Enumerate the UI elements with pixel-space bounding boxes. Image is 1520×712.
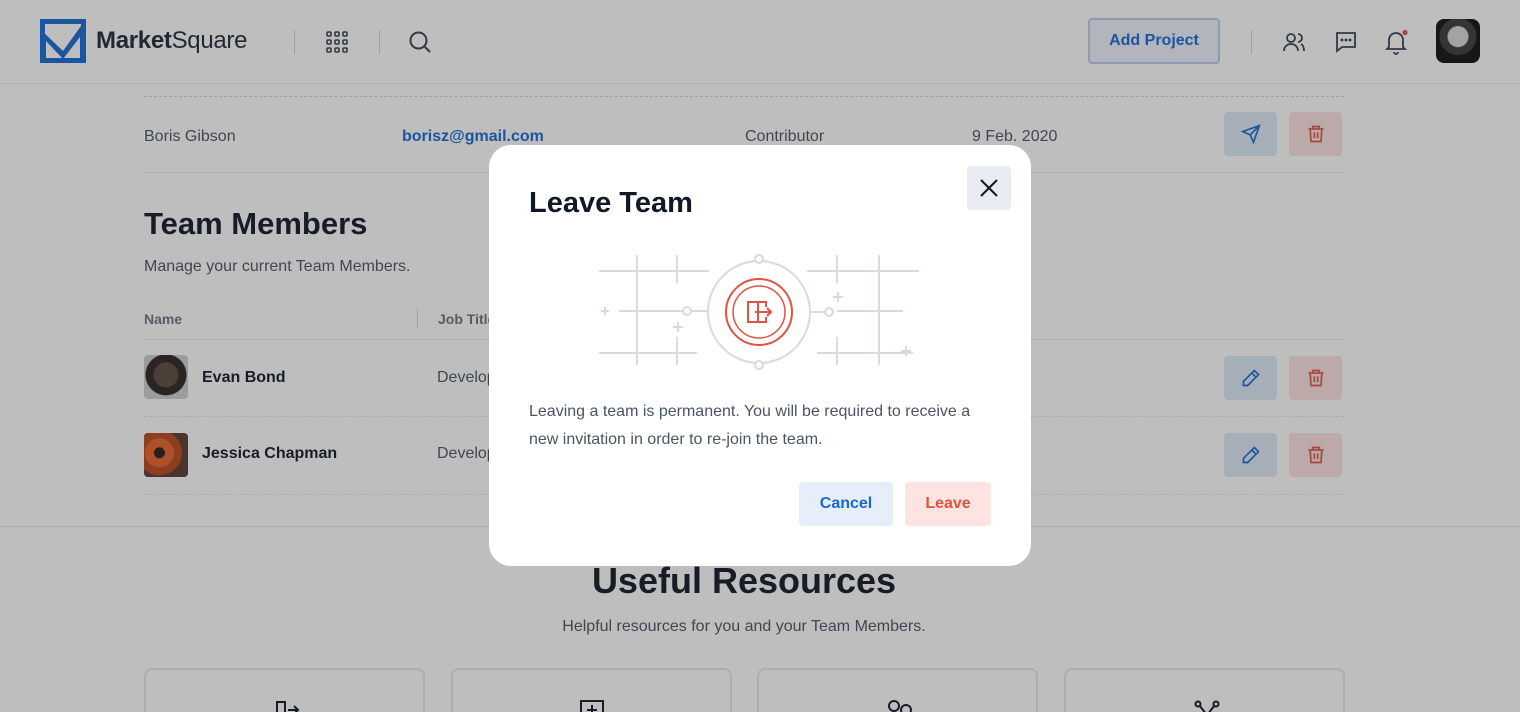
modal-body-text: Leaving a team is permanent. You will be…: [529, 403, 971, 448]
modal-title: Leave Team: [529, 187, 693, 219]
leave-team-illustration: [599, 254, 919, 370]
leave-button[interactable]: Leave: [905, 482, 991, 526]
leave-team-modal: Leave Team Leaving a team is permanent. …: [489, 145, 1031, 566]
cancel-button[interactable]: Cancel: [799, 482, 893, 526]
close-icon: [980, 179, 998, 197]
close-button[interactable]: [967, 166, 1011, 210]
